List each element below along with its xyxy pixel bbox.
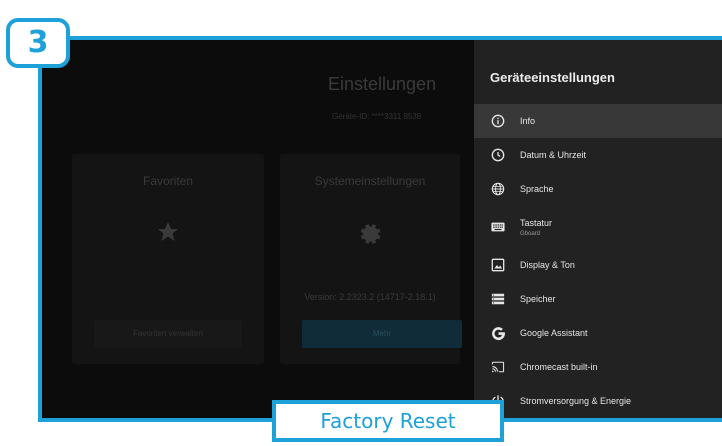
keyboard-icon	[490, 219, 506, 235]
menu-item-label: Speicher	[520, 294, 556, 304]
menu-item-keyboard[interactable]: Tastatur Gboard	[474, 206, 722, 248]
panel-title: Geräteeinstellungen	[490, 70, 615, 85]
step-number-badge: 3	[6, 18, 70, 68]
clock-icon	[490, 147, 506, 163]
menu-item-info[interactable]: Info	[474, 104, 722, 138]
menu-item-date-time[interactable]: Datum & Uhrzeit	[474, 138, 722, 172]
google-g-icon	[490, 325, 506, 341]
menu-item-label: Datum & Uhrzeit	[520, 150, 587, 160]
menu-item-sublabel: Gboard	[520, 230, 541, 237]
image-icon	[490, 257, 506, 273]
menu-item-label: Tastatur	[520, 217, 553, 228]
info-icon	[490, 113, 506, 129]
menu-item-label: Info	[520, 116, 536, 126]
menu-item-language[interactable]: Sprache	[474, 172, 722, 206]
cast-icon	[490, 359, 506, 375]
device-id: Geräte-ID: ****3311 8538	[332, 112, 422, 121]
background-title: Einstellungen	[328, 74, 437, 94]
device-settings-menu: Info Datum & Uhrzeit Sprache Tastatur Gb…	[474, 104, 722, 418]
manage-favorites-button[interactable]: Favoriten verwalten	[94, 320, 242, 348]
gear-icon	[280, 220, 460, 253]
star-icon	[72, 220, 264, 249]
menu-item-label: Chromecast built-in	[520, 362, 598, 372]
menu-item-label: Google Assistant	[520, 328, 588, 338]
menu-item-power-energy[interactable]: Stromversorgung & Energie	[474, 384, 722, 418]
favorites-card-title: Favoriten	[142, 174, 194, 188]
tv-screen-frame: Einstellungen Geräte-ID: ****3311 8538 F…	[38, 36, 722, 422]
menu-item-label: Sprache	[520, 184, 554, 194]
settings-background: Einstellungen Geräte-ID: ****3311 8538 F…	[42, 40, 474, 418]
device-settings-panel: Geräteeinstellungen Info Datum & Uhrzeit…	[474, 40, 722, 418]
system-settings-card: Systemeinstellungen Version: 2.2323.2 (1…	[280, 154, 462, 364]
menu-item-label: Stromversorgung & Energie	[520, 396, 632, 406]
favorites-card: Favoriten Favoriten verwalten	[72, 154, 264, 364]
version-text: Version: 2.2323.2 (14717-2.18.1)	[304, 292, 436, 302]
step-number: 3	[27, 25, 49, 60]
menu-item-google-assistant[interactable]: Google Assistant	[474, 316, 722, 350]
more-button[interactable]: Mehr	[302, 320, 462, 348]
storage-icon	[490, 291, 506, 307]
globe-icon	[490, 181, 506, 197]
factory-reset-label: Factory Reset	[320, 409, 456, 433]
menu-item-storage[interactable]: Speicher	[474, 282, 722, 316]
menu-item-label: Display & Ton	[520, 260, 575, 270]
menu-item-chromecast[interactable]: Chromecast built-in	[474, 350, 722, 384]
system-card-title: Systemeinstellungen	[314, 174, 426, 188]
factory-reset-callout: Factory Reset	[272, 400, 504, 442]
menu-item-display-sound[interactable]: Display & Ton	[474, 248, 722, 282]
